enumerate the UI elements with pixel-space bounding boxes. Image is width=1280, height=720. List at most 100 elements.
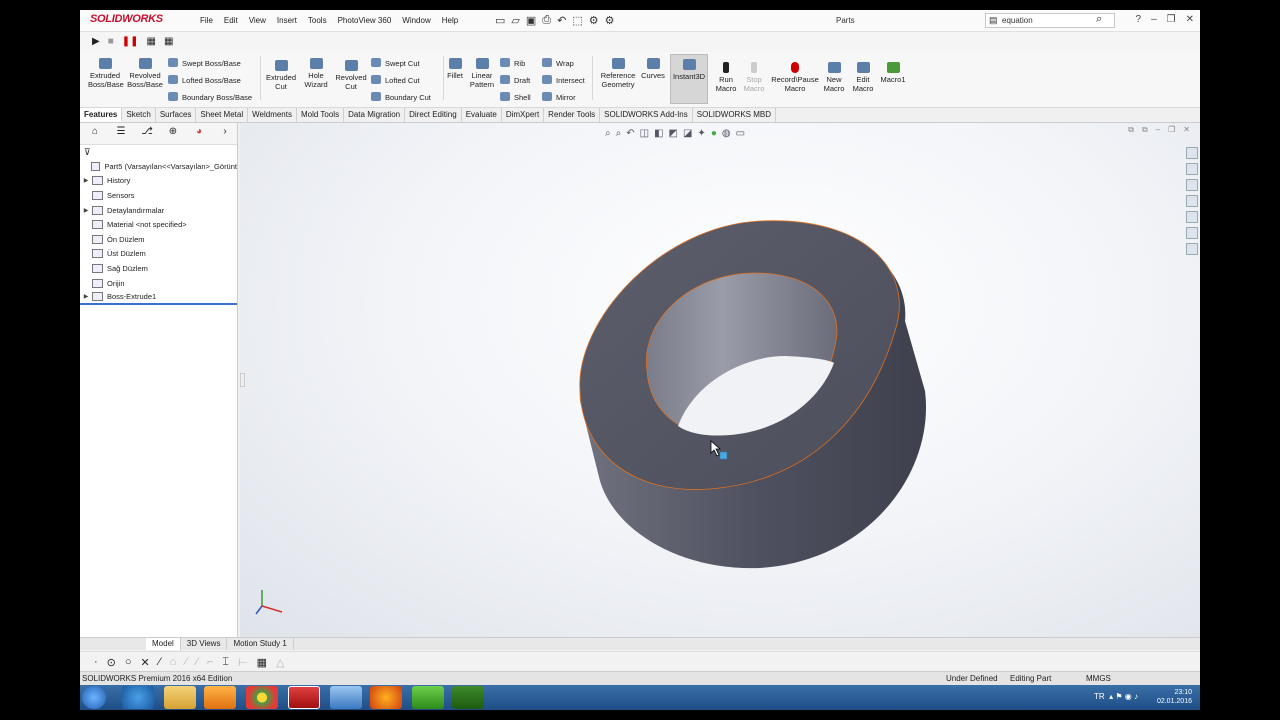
- macro1-button[interactable]: Macro1: [878, 62, 908, 84]
- undo-icon[interactable]: ↶: [557, 14, 566, 27]
- tree-item-history[interactable]: ▶ History: [80, 174, 237, 189]
- dimxpert-manager-icon[interactable]: ⊕: [164, 126, 182, 144]
- tab-direct-editing[interactable]: Direct Editing: [405, 108, 462, 122]
- window-switcher-icon[interactable]: [330, 686, 362, 709]
- mirror-button[interactable]: Mirror: [542, 92, 576, 102]
- play-icon[interactable]: ▶: [92, 36, 100, 52]
- revolved-boss-button[interactable]: Revolved Boss/Base: [126, 58, 164, 89]
- camtasia-recorder-icon[interactable]: [452, 686, 484, 709]
- boundary-boss-button[interactable]: Boundary Boss/Base: [168, 92, 252, 102]
- line-icon[interactable]: ⁄: [159, 656, 161, 671]
- swept-cut-button[interactable]: Swept Cut: [371, 58, 420, 68]
- close-icon[interactable]: ✕: [1186, 14, 1194, 25]
- previous-view-icon[interactable]: ↶: [626, 128, 634, 139]
- viewport-close-icon[interactable]: ✕: [1183, 125, 1190, 135]
- design-library-icon[interactable]: [1186, 179, 1198, 191]
- extruded-boss-button[interactable]: Extruded Boss/Base: [88, 58, 124, 89]
- grid-icon[interactable]: ▦: [257, 656, 267, 671]
- dimension-icon[interactable]: ⌶: [222, 656, 229, 671]
- menu-file[interactable]: File: [200, 16, 213, 25]
- media-player-icon[interactable]: [204, 686, 236, 709]
- tab-model[interactable]: Model: [146, 638, 181, 650]
- menu-window[interactable]: Window: [402, 16, 430, 25]
- revolved-cut-button[interactable]: Revolved Cut: [334, 60, 368, 91]
- instant3d-button[interactable]: Instant3D: [670, 54, 708, 104]
- menu-help[interactable]: Help: [442, 16, 458, 25]
- tab-motion-study[interactable]: Motion Study 1: [227, 638, 294, 650]
- hole-wizard-button[interactable]: Hole Wizard: [300, 58, 332, 89]
- extruded-cut-button[interactable]: Extruded Cut: [264, 60, 298, 91]
- filter-icon[interactable]: ⊽: [80, 145, 237, 159]
- record-macro-button[interactable]: Record\Pause Macro: [770, 62, 820, 93]
- menu-photoview[interactable]: PhotoView 360: [338, 16, 392, 25]
- scene-icon[interactable]: ◍: [722, 128, 731, 139]
- tab-sketch[interactable]: Sketch: [122, 108, 156, 122]
- zoom-area-icon[interactable]: ⌕: [616, 128, 622, 139]
- point-icon[interactable]: ·: [94, 656, 98, 671]
- appearances-icon[interactable]: [1186, 227, 1198, 239]
- menu-view[interactable]: View: [249, 16, 266, 25]
- fillet-button[interactable]: Fillet: [444, 58, 466, 80]
- clock-time[interactable]: 23:10: [1157, 688, 1192, 697]
- new-macro-button[interactable]: New Macro: [820, 62, 848, 93]
- language-indicator[interactable]: TR ▴ ⚑ ◉ ♪: [1094, 692, 1138, 701]
- wrap-button[interactable]: Wrap: [542, 58, 574, 68]
- rib-button[interactable]: Rib: [500, 58, 525, 68]
- stop-macro-button[interactable]: Stop Macro: [740, 62, 768, 93]
- custom-properties-icon[interactable]: [1186, 243, 1198, 255]
- open-icon[interactable]: ▱: [511, 14, 519, 27]
- menu-insert[interactable]: Insert: [277, 16, 297, 25]
- search-icon[interactable]: ⌕: [1096, 13, 1102, 26]
- graphics-area[interactable]: ⌕ ⌕ ↶ ◫ ◧ ◩ ◪ ✦ ● ◍ ▭ ⧉ ⧉ – ❐ ✕: [240, 123, 1200, 637]
- tab-weldments[interactable]: Weldments: [248, 108, 297, 122]
- hide-show-icon[interactable]: ✦: [697, 128, 705, 139]
- macro-edit-icon[interactable]: ▦: [164, 36, 173, 52]
- start-button[interactable]: [82, 686, 106, 709]
- zoom-to-fit-icon[interactable]: ⌕: [605, 128, 611, 139]
- property-manager-icon[interactable]: ☰: [112, 126, 130, 144]
- viewport-minimize-icon[interactable]: –: [1156, 125, 1160, 135]
- select-icon[interactable]: ⬚: [572, 14, 582, 27]
- circle-icon[interactable]: ○: [125, 656, 132, 671]
- expand-icon[interactable]: ▶: [80, 207, 92, 214]
- draft-button[interactable]: Draft: [500, 75, 530, 85]
- tree-item-annotations[interactable]: ▶ Detaylandırmalar: [80, 203, 237, 218]
- configuration-manager-icon[interactable]: ⎇: [138, 126, 156, 144]
- view-settings-icon[interactable]: ▭: [736, 128, 745, 139]
- intersect-button[interactable]: Intersect: [542, 75, 585, 85]
- shell-button[interactable]: Shell: [500, 92, 531, 102]
- clock-date[interactable]: 02.01.2016: [1157, 697, 1192, 706]
- pause-record-icon[interactable]: ❚❚: [122, 36, 139, 52]
- tree-item-front-plane[interactable]: Ön Düzlem: [80, 232, 237, 247]
- tab-mbd[interactable]: SOLIDWORKS MBD: [693, 108, 776, 122]
- part-model[interactable]: [570, 211, 950, 581]
- tab-features[interactable]: Features: [80, 108, 123, 122]
- unit-system[interactable]: MMGS: [1086, 674, 1111, 683]
- expand-icon[interactable]: ▶: [80, 293, 92, 300]
- tree-item-boss-extrude[interactable]: ▶ Boss-Extrude1: [80, 290, 237, 305]
- reference-geometry-button[interactable]: Reference Geometry: [598, 58, 638, 89]
- feature-tree-icon[interactable]: ⌂: [86, 126, 104, 144]
- lofted-boss-button[interactable]: Lofted Boss/Base: [168, 75, 241, 85]
- tab-mold-tools[interactable]: Mold Tools: [297, 108, 345, 122]
- home-icon[interactable]: [1186, 147, 1198, 159]
- camtasia-icon[interactable]: [412, 686, 444, 709]
- firefox-icon[interactable]: [370, 686, 402, 709]
- dynamic-annotation-icon[interactable]: ◧: [654, 128, 663, 139]
- panel-collapse-handle[interactable]: [240, 373, 245, 387]
- tab-data-migration[interactable]: Data Migration: [344, 108, 406, 122]
- boundary-cut-button[interactable]: Boundary Cut: [371, 92, 431, 102]
- tile-icon[interactable]: ⧉: [1128, 125, 1134, 135]
- tab-evaluate[interactable]: Evaluate: [462, 108, 502, 122]
- minimize-icon[interactable]: –: [1151, 14, 1157, 25]
- split-icon[interactable]: ⧉: [1142, 125, 1148, 135]
- stop-icon[interactable]: ■: [108, 36, 114, 52]
- chrome-icon[interactable]: [246, 686, 278, 709]
- file-explorer-taskbar-icon[interactable]: [164, 686, 196, 709]
- view-orientation-icon[interactable]: ◩: [669, 128, 678, 139]
- view-palette-icon[interactable]: [1186, 211, 1198, 223]
- appearance-icon[interactable]: ●: [711, 128, 717, 139]
- print-icon[interactable]: ⎙: [542, 14, 551, 27]
- expand-icon[interactable]: ▶: [80, 177, 92, 184]
- trim-icon[interactable]: ✕: [141, 656, 150, 671]
